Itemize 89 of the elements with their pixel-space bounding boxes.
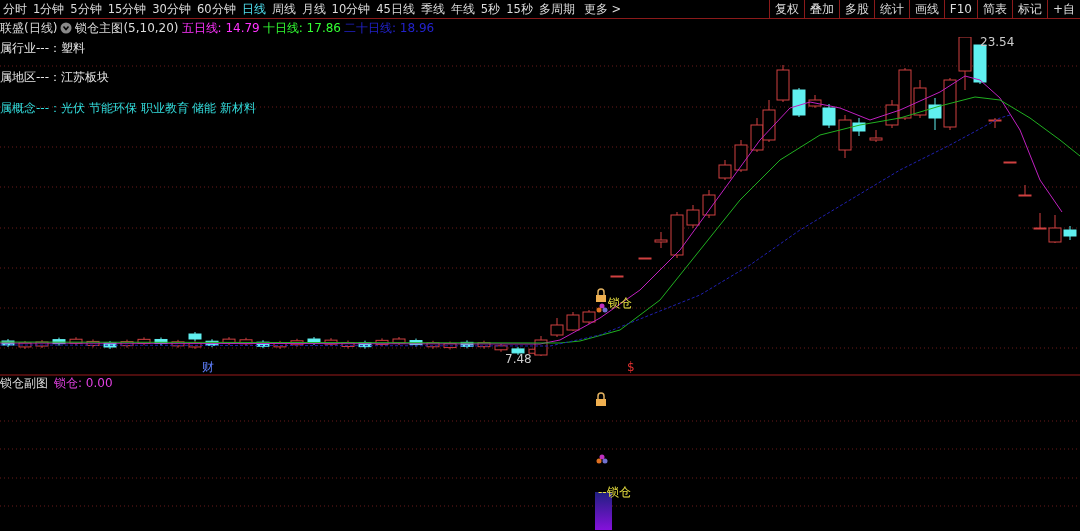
candlestick: [1003, 161, 1017, 164]
candlestick: [686, 204, 700, 229]
candlestick: [426, 340, 440, 350]
candlestick: [869, 129, 883, 143]
period-tab[interactable]: 周线: [268, 0, 299, 18]
candlestick: [582, 309, 596, 325]
candlestick: [702, 189, 716, 219]
period-tab[interactable]: 多周期: [535, 0, 578, 18]
info-text: 属行业---：塑料: [0, 41, 85, 55]
lock-icon: [596, 392, 606, 406]
stock-title: 联盛(日线): [0, 20, 58, 37]
dividend-marker: $: [627, 360, 635, 374]
lock-label: 锁仓: [608, 296, 632, 310]
candlestick: [154, 337, 168, 346]
more-link[interactable]: 更多 >: [580, 0, 625, 18]
candlestick: [52, 337, 66, 347]
info-text: 属地区---：江苏板块: [0, 70, 109, 84]
moving-average-legend: 二十日线: 18.96: [344, 19, 435, 37]
chevron-circle-icon[interactable]: [60, 22, 73, 34]
period-tab[interactable]: 5分钟: [67, 0, 105, 18]
candlestick: [750, 117, 764, 153]
candlestick: [566, 311, 580, 332]
candlestick: [718, 159, 732, 181]
lock-label: --锁仓: [598, 485, 631, 499]
subchart-title: 锁仓副图: [0, 376, 48, 390]
indicator-title: 锁仓主图(5,10,20): [75, 20, 179, 37]
candlestick: [494, 343, 508, 353]
candlestick: [638, 257, 652, 260]
candlestick: [188, 331, 202, 342]
candlestick: [443, 341, 457, 351]
candlestick: [776, 64, 790, 103]
candlestick: [273, 340, 287, 350]
period-tab[interactable]: 1分钟: [30, 0, 68, 18]
candlestick: [35, 339, 49, 349]
candlestick: [103, 340, 117, 350]
period-tab[interactable]: 30分钟: [149, 0, 194, 18]
info-text: 属概念---：光伏 节能环保 职业教育 储能 新材料: [0, 101, 257, 115]
candlestick: [341, 340, 355, 350]
candlestick: [734, 139, 748, 173]
candlestick: [86, 338, 100, 348]
price-label: 23.54: [980, 35, 1015, 49]
candlestick: [670, 211, 684, 259]
candlestick: [762, 99, 776, 143]
candlestick: [550, 317, 564, 338]
candlestick: [973, 44, 987, 85]
period-tab[interactable]: 60分钟: [193, 0, 239, 18]
candlestick: [409, 338, 423, 348]
period-tab[interactable]: 分时: [0, 0, 30, 18]
finance-marker: 财: [202, 360, 214, 374]
moving-average-legend: 十日线: 17.86: [262, 19, 341, 37]
period-tab[interactable]: 月线: [298, 0, 329, 18]
period-tab[interactable]: 15分钟: [104, 0, 150, 18]
period-tab[interactable]: 年线: [447, 0, 478, 18]
candlestick: [256, 339, 270, 349]
candlestick: [307, 336, 321, 346]
candlestick: [913, 79, 927, 119]
candlestick: [137, 336, 151, 346]
period-tab[interactable]: 10分钟: [328, 0, 374, 18]
candlestick: [171, 339, 185, 349]
period-tab[interactable]: 日线: [238, 0, 269, 18]
candlestick: [392, 336, 406, 346]
candlestick: [205, 338, 219, 348]
candlestick: [324, 337, 338, 347]
candlestick: [1, 338, 15, 348]
candlestick: [290, 338, 304, 348]
candlestick: [120, 339, 134, 349]
candlestick: [958, 37, 972, 91]
candlestick: [222, 336, 236, 346]
candlestick: [511, 346, 525, 356]
candlestick: [792, 87, 806, 118]
lock-icon: [596, 288, 606, 302]
period-tab[interactable]: 45日线: [373, 0, 418, 18]
candlestick: [239, 337, 253, 347]
period-tab[interactable]: 15秒: [503, 0, 536, 18]
period-tab[interactable]: 季线: [417, 0, 448, 18]
period-tab[interactable]: 5秒: [477, 0, 504, 18]
candlestick: [477, 340, 491, 350]
price-label: 7.48: [505, 352, 532, 366]
candlestick: [358, 340, 372, 350]
candlestick: [988, 117, 1002, 129]
candlestick: [610, 275, 624, 278]
candlestick: [375, 337, 389, 347]
candlestick: [654, 231, 668, 249]
candlestick: [460, 339, 474, 349]
moving-average-legend: 五日线: 14.79: [181, 19, 260, 37]
indicator-value: 锁仓: 0.00: [54, 376, 113, 390]
dots-icon: [596, 454, 608, 464]
candlestick: [1018, 184, 1032, 197]
dots-icon: [596, 303, 608, 313]
